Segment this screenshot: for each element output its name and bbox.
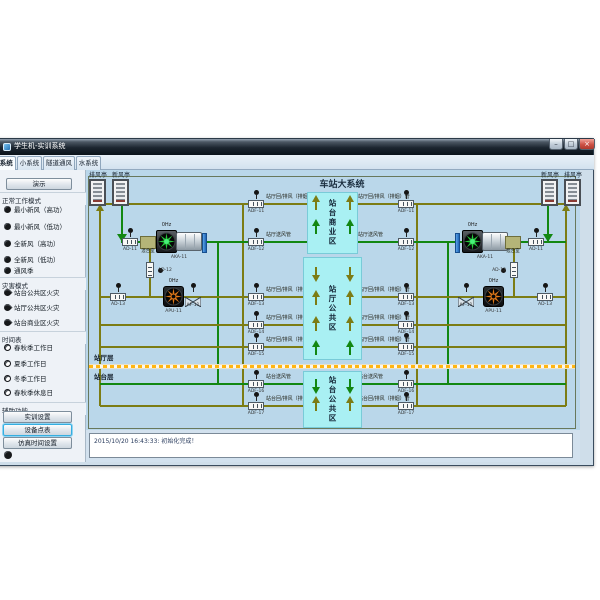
sidebar-item[interactable]: 最小新风（低功） xyxy=(3,222,85,232)
aux-button-1[interactable]: 设备点表 xyxy=(3,424,72,436)
log-message: 2015/10/20 16:43:33: 初始化完成！ xyxy=(90,434,572,447)
fan-mode-icon xyxy=(4,267,11,274)
sidebar-item[interactable]: 全新风（高功） xyxy=(3,239,85,249)
tab-bar: 大系统小系统隧道通风水系统 xyxy=(0,155,594,170)
tab-0[interactable]: 大系统 xyxy=(0,156,16,171)
fan-mode-icon xyxy=(4,206,11,213)
tab-3[interactable]: 水系统 xyxy=(76,156,101,170)
section-title: 正常工作模式 xyxy=(0,192,86,205)
sidebar-item-label: 站厅公共区火灾 xyxy=(14,304,60,313)
sidebar-item[interactable]: 冬季工作日 xyxy=(3,374,85,384)
fan-mode-icon xyxy=(4,223,11,230)
fire-icon xyxy=(3,303,13,313)
demo-button[interactable]: 演示 xyxy=(6,178,72,190)
sidebar-item[interactable]: 通风季 xyxy=(3,266,85,276)
event-log-panel: 2015/10/20 16:43:33: 初始化完成！ xyxy=(89,433,573,458)
sidebar-item[interactable]: 全新风（低功） xyxy=(3,255,85,265)
minimize-button[interactable]: – xyxy=(549,139,563,150)
schematic-frame xyxy=(88,176,576,429)
sidebar-item[interactable]: 最小新风（高功） xyxy=(3,205,85,215)
sidebar-item-label: 全新风（低功） xyxy=(14,256,60,265)
app-icon xyxy=(3,143,11,151)
sidebar-item-label: 春秋季工作日 xyxy=(14,344,53,353)
sidebar-item-label: 全新风（高功） xyxy=(14,240,60,249)
sidebar-item-label: 最小新风（低功） xyxy=(14,223,66,232)
fan-mode-icon xyxy=(4,256,11,263)
sidebar-item[interactable]: 春秋季休息日 xyxy=(3,388,85,398)
clock-icon xyxy=(4,344,11,351)
aux-button-0[interactable]: 实训设置 xyxy=(3,411,72,423)
sidebar: 演示正常工作模式最小新风（高功） 最小新风（低功） 全新风（高功） 全新风（低功） 通风… xyxy=(0,170,86,462)
clipped-item-icon xyxy=(4,451,12,459)
close-button[interactable]: × xyxy=(579,139,595,150)
sidebar-item-label: 春秋季休息日 xyxy=(14,389,53,398)
clock-icon xyxy=(4,375,11,382)
fan-mode-icon xyxy=(4,240,11,247)
sidebar-item-label: 站台商业区火灾 xyxy=(14,319,60,328)
sidebar-item[interactable]: 站台公共区火灾 xyxy=(3,288,85,298)
tab-2[interactable]: 隧道通风 xyxy=(43,156,75,170)
sidebar-item[interactable]: 春秋季工作日 xyxy=(3,343,85,353)
clock-icon xyxy=(4,360,11,367)
sidebar-item-label: 最小新风（高功） xyxy=(14,206,66,215)
maximize-button[interactable]: □ xyxy=(564,139,578,150)
sidebar-item[interactable]: 站台商业区火灾 xyxy=(3,318,85,328)
sidebar-item-label: 站台公共区火灾 xyxy=(14,289,60,298)
schematic-title: 车站大系统 xyxy=(272,177,412,190)
sidebar-item[interactable]: 站厅公共区火灾 xyxy=(3,303,85,313)
sidebar-item-label: 通风季 xyxy=(14,267,34,276)
aux-button-2[interactable]: 仿真时间设置 xyxy=(3,437,72,449)
sidebar-item[interactable]: 夏季工作日 xyxy=(3,359,85,369)
title-bar xyxy=(0,138,594,155)
clock-icon xyxy=(4,389,11,396)
desktop: 学生机-实训系统 – □ × 大系统小系统隧道通风水系统 演示正常工作模式最小新… xyxy=(0,0,600,600)
sidebar-item-label: 夏季工作日 xyxy=(14,360,47,369)
tab-1[interactable]: 小系统 xyxy=(17,156,42,170)
window-title: 学生机-实训系统 xyxy=(14,141,66,152)
fire-icon xyxy=(3,288,13,298)
sidebar-item-label: 冬季工作日 xyxy=(14,375,47,384)
fire-icon xyxy=(3,318,13,328)
